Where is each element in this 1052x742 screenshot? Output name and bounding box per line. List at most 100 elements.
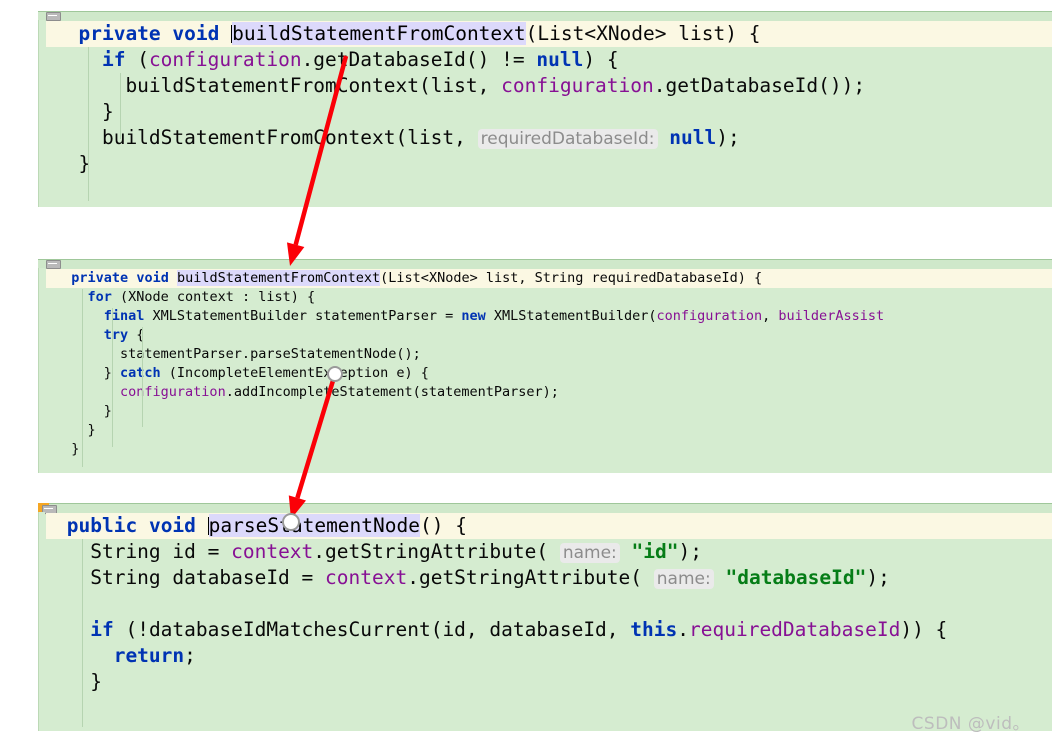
editor-gutter (38, 268, 45, 473)
code-line[interactable]: } (46, 402, 1052, 421)
code-token-pln: ); (678, 540, 702, 563)
method-signature-line[interactable]: public void parseStatementNode() { (46, 513, 1052, 539)
code-token-pln: statementParser.parseStatementNode(); (55, 346, 421, 362)
code-token-pln (55, 618, 90, 641)
code-line[interactable]: String databaseId = context.getStringAtt… (46, 565, 1052, 591)
code-line[interactable]: } (46, 99, 1052, 125)
code-token-pln (55, 384, 120, 400)
code-token-kw: private (71, 270, 129, 286)
code-token-fld: configuration (501, 74, 654, 97)
code-token-fld: context (325, 566, 408, 589)
code-token-pln: ; (184, 644, 196, 667)
code-line[interactable]: final XMLStatementBuilder statementParse… (46, 307, 1052, 326)
code-line[interactable]: String id = context.getStringAttribute( … (46, 539, 1052, 565)
indent-guide (120, 73, 121, 139)
code-block-build-statement-from-context-overload[interactable]: private void buildStatementFromContext(L… (38, 11, 1052, 207)
code-token-kw: return (113, 644, 185, 667)
code-token-pln (55, 327, 104, 343)
code-token-pln: buildStatementFromContext(list, (55, 74, 502, 97)
code-token-pln: (List<XNode> list) { (525, 22, 761, 45)
code-token-kw: if (101, 48, 126, 71)
code-token-pln: .getStringAttribute( (313, 540, 560, 563)
code-token-kw: null (536, 48, 584, 71)
code-token-kw: void (172, 22, 220, 45)
code-token-kw: try (103, 327, 129, 343)
code-token-pln: (XNode context : list) { (111, 289, 316, 305)
code-token-fld: context (231, 540, 314, 563)
code-line[interactable]: try { (46, 326, 1052, 345)
method-signature-line[interactable]: private void buildStatementFromContext(L… (46, 269, 1052, 288)
code-token-kw: if (90, 618, 114, 641)
code-line[interactable]: buildStatementFromContext(list, configur… (46, 73, 1052, 99)
code-token-pln: } (55, 422, 96, 438)
code-line[interactable]: } catch (IncompleteElementException e) { (46, 364, 1052, 383)
code-token-pln: )) { (900, 618, 948, 641)
code-token-kw: new (461, 308, 486, 324)
code-line[interactable]: buildStatementFromContext(list, required… (46, 125, 1052, 151)
code-token-pln (55, 22, 78, 45)
code-token-pln (55, 48, 102, 71)
code-token-pln: ); (866, 566, 890, 589)
code-line[interactable]: return; (46, 643, 1052, 669)
code-token-kw: this (630, 618, 678, 641)
code-token-pln: String databaseId = (55, 566, 326, 589)
code-token-pln: (IncompleteElementException e) { (160, 365, 429, 381)
code-token-selname: buildStatementFromContext (232, 22, 526, 45)
code-token-pln (620, 540, 632, 563)
code-token-pln (55, 270, 71, 286)
code-token-pln (219, 22, 231, 45)
code-token-pln: (!databaseIdMatchesCurrent(id, databaseI… (113, 618, 631, 641)
indent-guide (82, 539, 83, 727)
code-token-kw: null (669, 126, 717, 149)
code-fold-icon[interactable] (46, 260, 61, 269)
code-token-kw: public (66, 514, 138, 537)
code-token-pln (55, 644, 114, 667)
code-token-pln (55, 308, 104, 324)
code-token-pln: } (55, 100, 114, 123)
method-signature-line[interactable]: private void buildStatementFromContext(L… (46, 21, 1052, 47)
code-block-parse-statement-node[interactable]: public void parseStatementNode() { Strin… (38, 503, 1052, 731)
code-token-pln: } (55, 152, 91, 175)
code-token-pln: .getDatabaseId()); (653, 74, 866, 97)
code-token-fld: configuration (148, 48, 302, 71)
code-token-pln: } (55, 670, 102, 693)
code-token-kw: void (136, 270, 169, 286)
code-token-kw: catch (120, 365, 161, 381)
code-line[interactable]: } (46, 151, 1052, 177)
code-token-hint: name: (559, 543, 620, 563)
code-token-pln: } (55, 403, 112, 419)
code-line[interactable]: configuration.addIncompleteStatement(sta… (46, 383, 1052, 402)
code-token-pln: () { (420, 514, 467, 537)
code-token-str: "databaseId" (725, 566, 867, 589)
block-top-strip (38, 259, 1052, 269)
code-token-fld: configuration (120, 384, 226, 400)
code-token-kw: for (87, 289, 112, 305)
code-token-fld: builderAssist (778, 308, 885, 324)
code-line[interactable]: if (!databaseIdMatchesCurrent(id, databa… (46, 617, 1052, 643)
code-token-pln: (List<XNode> list, String requiredDataba… (380, 270, 763, 286)
code-line[interactable]: statementParser.parseStatementNode(); (46, 345, 1052, 364)
code-token-pln (196, 514, 208, 537)
code-line[interactable]: } (46, 669, 1052, 695)
code-token-kw: void (148, 514, 196, 537)
code-token-str: "id" (631, 540, 679, 563)
code-line[interactable]: for (XNode context : list) { (46, 288, 1052, 307)
code-line[interactable]: if (configuration.getDatabaseId() != nul… (46, 47, 1052, 73)
code-fold-icon[interactable] (46, 12, 61, 21)
code-token-pln: ( (125, 48, 149, 71)
block-top-strip (38, 11, 1052, 21)
code-line[interactable] (46, 591, 1052, 617)
code-token-fld: requiredDatabaseId (689, 618, 901, 641)
indent-guide (88, 47, 89, 201)
code-token-pln: buildStatementFromContext(list, (55, 126, 478, 149)
code-line[interactable]: } (46, 440, 1052, 459)
code-token-pln: , (762, 308, 779, 324)
code-token-pln (161, 22, 173, 45)
code-token-pln: XMLStatementBuilder( (485, 308, 657, 324)
code-token-fld: configuration (656, 308, 763, 324)
code-token-pln: XMLStatementBuilder statementParser = (144, 308, 462, 324)
indent-guide (82, 289, 83, 467)
code-line[interactable]: } (46, 421, 1052, 440)
code-block-build-statement-from-context-impl[interactable]: private void buildStatementFromContext(L… (38, 259, 1052, 473)
code-token-hint: name: (653, 569, 714, 589)
